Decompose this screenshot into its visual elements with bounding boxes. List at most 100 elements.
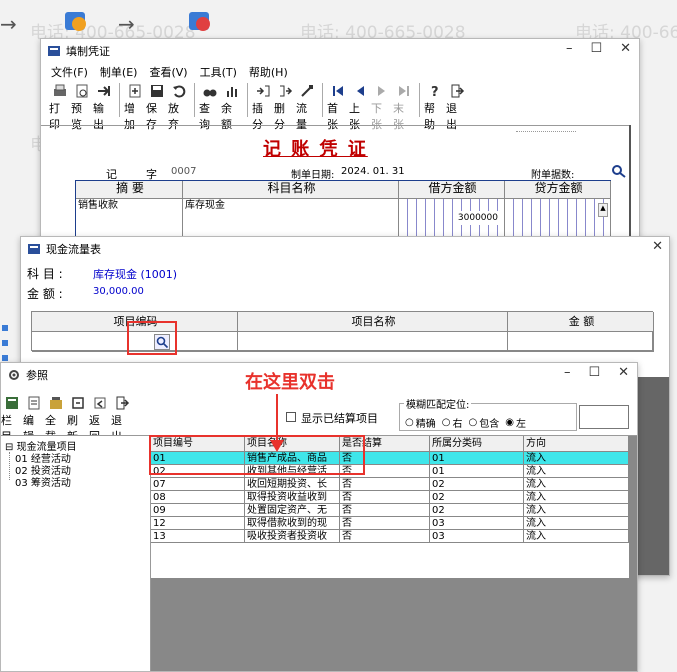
cell-code[interactable]: 08	[151, 491, 245, 504]
amount-value: 30,000.00	[93, 286, 144, 297]
radio-left-icon[interactable]: ◉	[505, 417, 514, 428]
cell-dir[interactable]: 流入	[524, 491, 629, 504]
highlight-box	[149, 435, 365, 475]
amount-cell[interactable]	[508, 332, 654, 352]
cell-class[interactable]: 02	[430, 504, 524, 517]
radio-contains-icon[interactable]: ○	[468, 417, 477, 428]
cell-code[interactable]: 12	[151, 517, 245, 530]
return-icon	[94, 397, 105, 409]
cell-code[interactable]: 09	[151, 504, 245, 517]
menu-tools[interactable]: 工具(T)	[200, 64, 237, 80]
arrow-icon: →	[118, 12, 135, 36]
add-doc-icon	[129, 84, 140, 98]
cell-class[interactable]: 03	[430, 517, 524, 530]
show-closed-label: 显示已结算项目	[301, 412, 378, 425]
gear-icon	[9, 370, 19, 380]
cell-class[interactable]: 01	[430, 452, 524, 465]
minimize-button[interactable]: –	[564, 365, 571, 380]
cell-dir[interactable]: 流入	[524, 478, 629, 491]
cell-code[interactable]: 13	[151, 530, 245, 543]
cell-dir[interactable]: 流入	[524, 504, 629, 517]
tree-item-financing[interactable]: 03 筹资活动	[15, 474, 71, 489]
voucher-grid: 摘 要 科目名称 借方金额 贷方金额 销售收款 库存现金 3000000 ▲	[75, 180, 611, 242]
col-class[interactable]: 所属分类码	[430, 436, 524, 452]
svg-text:?: ?	[431, 85, 439, 99]
cell-closed[interactable]: 否	[340, 478, 430, 491]
voucher-toolbar: 打印 预览 输出 增加 保存 放弃 查询 余额 插分 删分 流量 首张 上张 下…	[41, 81, 639, 131]
maximize-button[interactable]: ☐	[588, 365, 600, 380]
radio-exact-icon[interactable]: ○	[405, 417, 414, 428]
cell-name[interactable]: 处置固定资产、无	[245, 504, 340, 517]
minimize-button[interactable]: –	[566, 41, 573, 56]
menu-view[interactable]: 查看(V)	[149, 64, 187, 80]
annotation-arrow-icon	[276, 394, 278, 444]
col-account: 科目名称	[183, 181, 399, 199]
radio-right-icon[interactable]: ○	[442, 417, 451, 428]
close-button[interactable]: ✕	[620, 41, 631, 56]
fuzzy-search-input[interactable]	[579, 405, 629, 429]
cashflow-grid: 项目编码 项目名称 金 额	[31, 311, 654, 352]
magnifier-icon	[612, 165, 626, 178]
load-all-icon	[49, 397, 62, 409]
show-closed-checkbox[interactable]	[286, 412, 296, 422]
attach-search-button[interactable]	[611, 164, 627, 178]
annotation-text: 在这里双击	[245, 372, 335, 393]
voucher-menubar: 文件(F) 制单(E) 查看(V) 工具(T) 帮助(H)	[41, 63, 639, 81]
scroll-up-button[interactable]: ▲	[598, 203, 608, 217]
annotation-arrowhead-icon	[270, 440, 284, 452]
cell-dir[interactable]: 流入	[524, 465, 629, 478]
menu-file[interactable]: 文件(F)	[51, 64, 88, 80]
reference-window: 参照 –☐✕ 栏目 编辑 全载 刷新 返回 退出 显示已结算项目 模糊匹配定位:…	[0, 362, 638, 672]
app-shortcut-icon[interactable]	[186, 6, 214, 34]
first-icon	[332, 86, 343, 96]
subject-value: 库存现金 (1001)	[93, 268, 178, 281]
refresh-icon	[71, 397, 84, 409]
cell-name[interactable]: 取得投资收益收到	[245, 491, 340, 504]
bullet-icon	[2, 325, 8, 331]
binoculars-icon	[203, 89, 216, 97]
item-name-cell[interactable]	[238, 332, 508, 352]
close-button[interactable]: ✕	[618, 365, 629, 380]
subject-label: 科 目 :	[27, 267, 63, 281]
voucher-window: 填制凭证 – ☐ ✕ 文件(F) 制单(E) 查看(V) 工具(T) 帮助(H) 打…	[40, 38, 640, 243]
cell-dir[interactable]: 流入	[524, 452, 629, 465]
cashflow-app-icon	[28, 244, 40, 254]
cell-name[interactable]: 取得借款收到的现	[245, 517, 340, 530]
printer-icon	[53, 84, 66, 96]
cell-code[interactable]: 07	[151, 478, 245, 491]
bar-chart-icon	[226, 87, 237, 97]
prev-icon	[356, 86, 364, 96]
save-icon	[150, 85, 163, 97]
col-dir[interactable]: 方向	[524, 436, 629, 452]
help-icon: ?	[431, 85, 439, 99]
voucher-title: 记 账 凭 证	[263, 139, 368, 160]
cell-dir[interactable]: 流入	[524, 517, 629, 530]
undo-icon	[172, 85, 185, 98]
maximize-button[interactable]: ☐	[590, 41, 602, 56]
cell-class[interactable]: 02	[430, 491, 524, 504]
cell-class[interactable]: 01	[430, 465, 524, 478]
cell-closed[interactable]: 否	[340, 504, 430, 517]
voucher-number: 0007	[171, 166, 197, 177]
attach-label: 附单据数:	[531, 170, 575, 181]
cell-class[interactable]: 02	[430, 478, 524, 491]
cell-closed[interactable]: 否	[340, 517, 430, 530]
highlight-box	[127, 321, 177, 355]
cell-closed[interactable]: 否	[340, 530, 430, 543]
cell-class[interactable]: 03	[430, 530, 524, 543]
menu-help[interactable]: 帮助(H)	[249, 64, 288, 80]
close-button[interactable]: ✕	[652, 239, 663, 254]
menu-make[interactable]: 制单(E)	[100, 64, 138, 80]
exit-icon	[116, 396, 129, 410]
cell-closed[interactable]: 否	[340, 491, 430, 504]
radio-contains-label: 包含	[479, 419, 500, 430]
cell-name[interactable]: 收回短期投资、长	[245, 478, 340, 491]
cell-name[interactable]: 吸收投资者投资收	[245, 530, 340, 543]
columns-icon	[5, 397, 18, 409]
col-debit: 借方金额	[399, 181, 505, 199]
row-debit-amount: 3000000	[457, 211, 498, 225]
cell-dir[interactable]: 流入	[524, 530, 629, 543]
app-shortcut-icon[interactable]	[62, 6, 90, 34]
voucher-titlebar: 填制凭证 – ☐ ✕	[41, 39, 639, 63]
reference-window-title: 参照	[26, 369, 48, 382]
